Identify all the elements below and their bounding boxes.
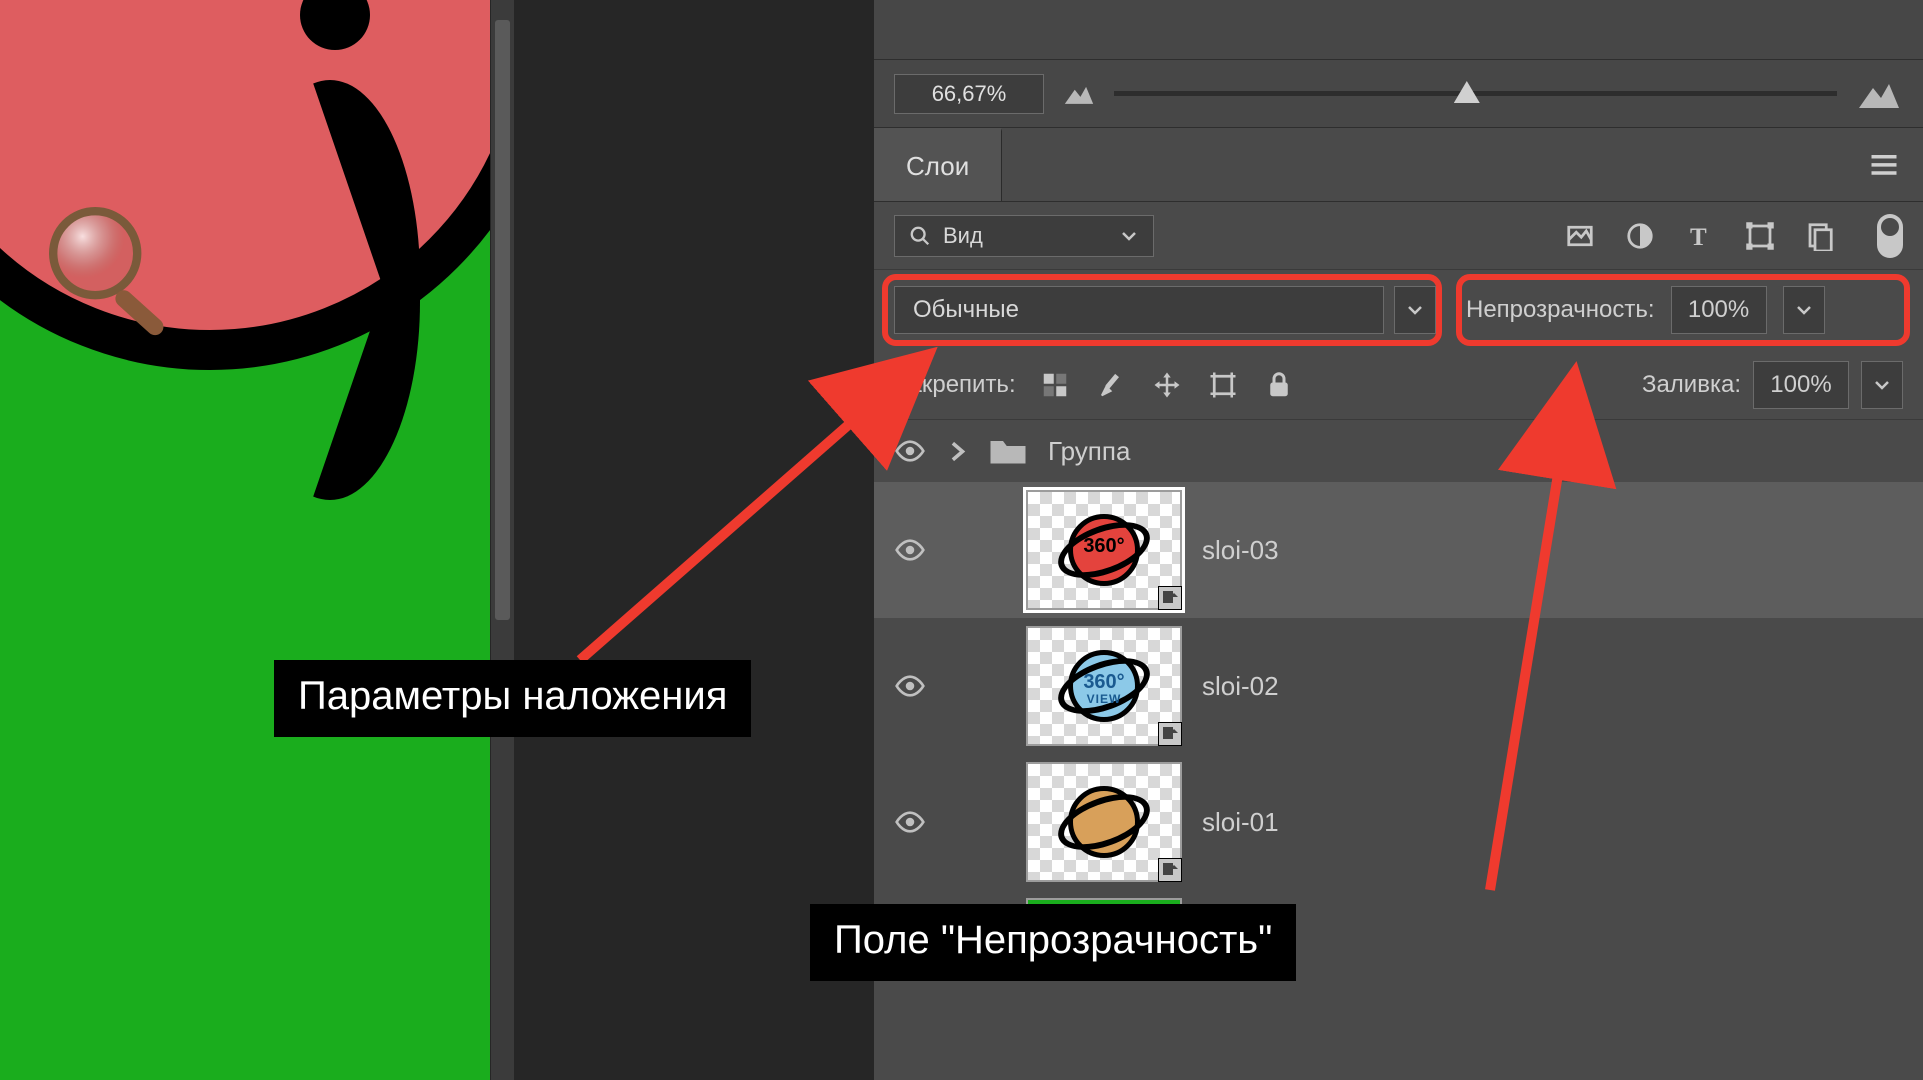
layers-panel-tabbar: Слои: [874, 128, 1923, 202]
search-icon: [909, 225, 931, 247]
lock-all-icon[interactable]: [1264, 370, 1294, 400]
visibility-eye-icon[interactable]: [894, 806, 926, 838]
document-canvas-area: [0, 0, 500, 1080]
filter-type-icons: T: [1565, 214, 1903, 258]
fill-value-input[interactable]: 100%: [1753, 361, 1849, 409]
layer-filter-row: Вид T: [874, 202, 1923, 270]
visibility-eye-icon[interactable]: [894, 670, 926, 702]
visibility-eye-icon[interactable]: [894, 435, 926, 467]
filter-adjustment-icon[interactable]: [1625, 221, 1655, 251]
chevron-down-icon: [1119, 226, 1139, 246]
thumb-art-360-tan: [1056, 774, 1152, 870]
thumb-art-360-red: 360°: [1056, 502, 1152, 598]
layer-row-sloi-01[interactable]: sloi-01: [874, 754, 1923, 890]
zoom-percent-input[interactable]: 66,67%: [894, 74, 1044, 114]
layer-filter-dropdown[interactable]: Вид: [894, 215, 1154, 257]
canvas-artwork[interactable]: [0, 0, 490, 1080]
lock-position-icon[interactable]: [1152, 370, 1182, 400]
zoom-slider[interactable]: [1114, 74, 1837, 114]
layer-thumbnail[interactable]: 360° VIEW: [1026, 626, 1182, 746]
chevron-down-icon: [1872, 375, 1892, 395]
zoom-out-mountain-icon[interactable]: [1062, 81, 1096, 107]
fill-label[interactable]: Заливка:: [1642, 371, 1741, 399]
panel-menu-icon[interactable]: [1869, 150, 1899, 180]
zoom-slider-track[interactable]: [1114, 91, 1837, 96]
lock-label: Закрепить:: [894, 371, 1016, 399]
layer-group-row[interactable]: Группа: [874, 420, 1923, 482]
canvas-vertical-scrollbar[interactable]: [490, 0, 514, 1080]
chevron-down-icon: [1405, 300, 1425, 320]
blend-mode-chevron[interactable]: [1394, 286, 1436, 334]
fill-chevron[interactable]: [1861, 361, 1903, 409]
blend-mode-dropdown[interactable]: Обычные: [894, 286, 1436, 334]
layer-name[interactable]: sloi-01: [1202, 807, 1279, 838]
layer-name[interactable]: sloi-02: [1202, 671, 1279, 702]
layer-thumbnail[interactable]: 360°: [1026, 490, 1182, 610]
blend-opacity-row: Обычные Непрозрачность: 100%: [874, 270, 1923, 350]
panel-strip-above-navigator: [874, 0, 1923, 60]
filter-shape-icon[interactable]: [1745, 221, 1775, 251]
folder-icon: [988, 435, 1028, 467]
group-name[interactable]: Группа: [1048, 436, 1130, 467]
svg-text:T: T: [1690, 223, 1707, 250]
smart-object-badge-icon: [1158, 586, 1182, 610]
layer-filter-label: Вид: [943, 223, 983, 249]
annotation-label-blend: Параметры наложения: [274, 660, 751, 737]
lock-fill-row: Закрепить: Заливка: 100%: [874, 350, 1923, 420]
thumb-art-360-blue: 360° VIEW: [1056, 638, 1152, 734]
smart-object-badge-icon: [1158, 722, 1182, 746]
zoom-in-mountain-icon[interactable]: [1855, 76, 1903, 112]
layer-row-sloi-03[interactable]: 360° sloi-03: [874, 482, 1923, 618]
filter-toggle-switch[interactable]: [1877, 214, 1903, 258]
smart-object-badge-icon: [1158, 858, 1182, 882]
opacity-label[interactable]: Непрозрачность:: [1466, 296, 1655, 324]
filter-smartobject-icon[interactable]: [1805, 221, 1835, 251]
chevron-down-icon: [1794, 300, 1814, 320]
layer-thumbnail[interactable]: [1026, 762, 1182, 882]
lock-icons-group: [1040, 370, 1294, 400]
layer-name[interactable]: sloi-03: [1202, 535, 1279, 566]
layers-list: Группа 360° sloi-03: [874, 420, 1923, 954]
expand-chevron-icon[interactable]: [946, 435, 968, 468]
scrollbar-thumb[interactable]: [495, 20, 510, 620]
lock-artboard-icon[interactable]: [1208, 370, 1238, 400]
navigator-zoom-bar: 66,67%: [874, 60, 1923, 128]
blend-mode-value[interactable]: Обычные: [894, 286, 1384, 334]
visibility-eye-icon[interactable]: [894, 534, 926, 566]
filter-pixel-icon[interactable]: [1565, 221, 1595, 251]
opacity-chevron[interactable]: [1783, 286, 1825, 334]
opacity-value-input[interactable]: 100%: [1671, 286, 1767, 334]
layers-tab[interactable]: Слои: [874, 128, 1002, 201]
filter-type-icon[interactable]: T: [1685, 221, 1715, 251]
zoom-slider-handle[interactable]: [1454, 81, 1480, 103]
lock-brush-icon[interactable]: [1096, 370, 1126, 400]
layer-row-sloi-02[interactable]: 360° VIEW sloi-02: [874, 618, 1923, 754]
lock-transparency-icon[interactable]: [1040, 370, 1070, 400]
annotation-label-opacity: Поле "Непрозрачность": [810, 904, 1296, 981]
